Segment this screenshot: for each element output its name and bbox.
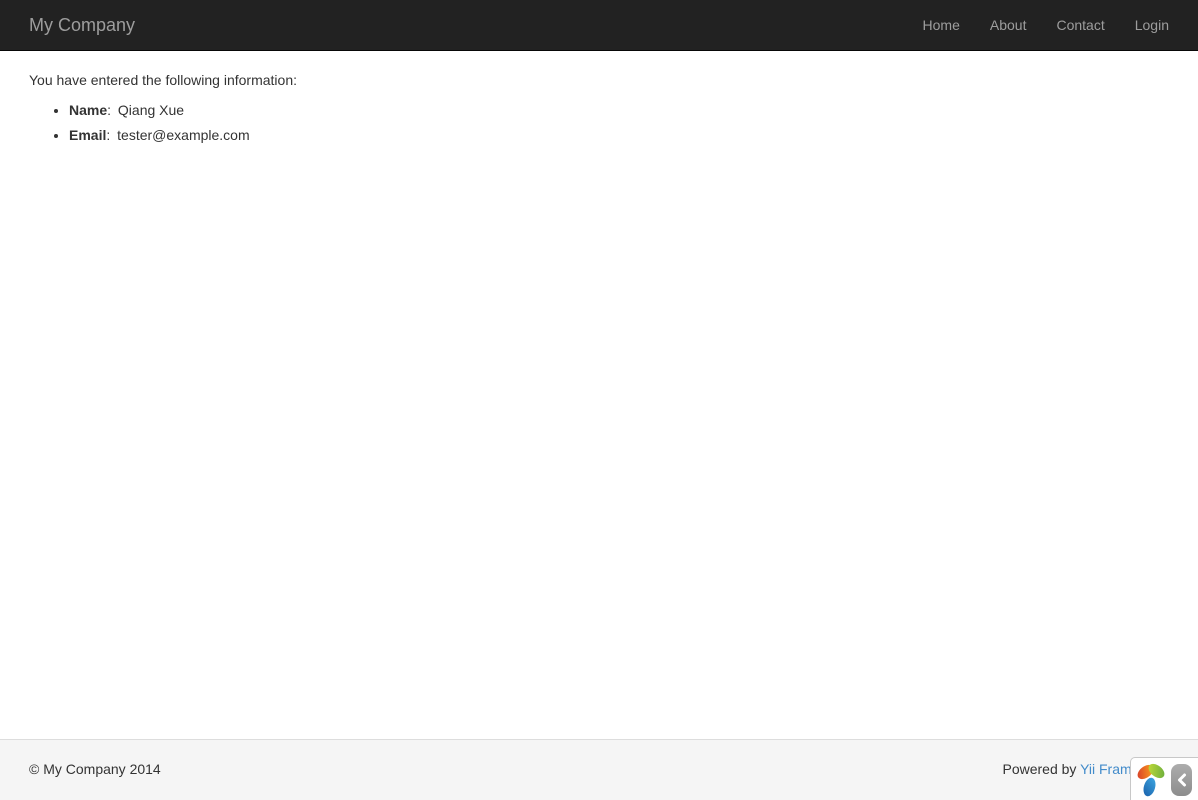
list-item-email: Email: tester@example.com [69,126,1169,146]
entry-list: Name: Qiang Xue Email: tester@example.co… [29,101,1169,146]
navbar: My Company Home About Contact Login [0,0,1198,51]
navbar-nav: Home About Contact Login [908,0,1184,50]
nav-link-contact[interactable]: Contact [1041,0,1119,50]
entry-value-email: tester@example.com [117,127,249,143]
entry-label-email: Email [69,127,106,143]
entry-separator: : [107,102,111,118]
nav-item-about: About [975,0,1042,50]
list-item-name: Name: Qiang Xue [69,101,1169,121]
footer: © My Company 2014 Powered by Yii Framewo… [0,739,1198,800]
nav-item-home: Home [908,0,975,50]
copyright-text: © My Company 2014 [29,760,161,780]
yii-logo-icon[interactable] [1136,762,1166,798]
brand-link[interactable]: My Company [14,0,150,50]
entry-value-name: Qiang Xue [118,102,184,118]
intro-text: You have entered the following informati… [29,71,1169,91]
entry-label-name: Name [69,102,107,118]
nav-link-home[interactable]: Home [908,0,975,50]
nav-item-contact: Contact [1041,0,1119,50]
debug-toolbar-toggle-button[interactable] [1171,764,1192,796]
nav-item-login: Login [1120,0,1184,50]
chevron-left-icon [1176,773,1188,787]
debug-toolbar-panel [1130,757,1198,800]
nav-link-login[interactable]: Login [1120,0,1184,50]
nav-link-about[interactable]: About [975,0,1042,50]
powered-by-text: Powered by [1002,761,1076,777]
main-content: You have entered the following informati… [0,51,1198,739]
entry-separator: : [106,127,110,143]
